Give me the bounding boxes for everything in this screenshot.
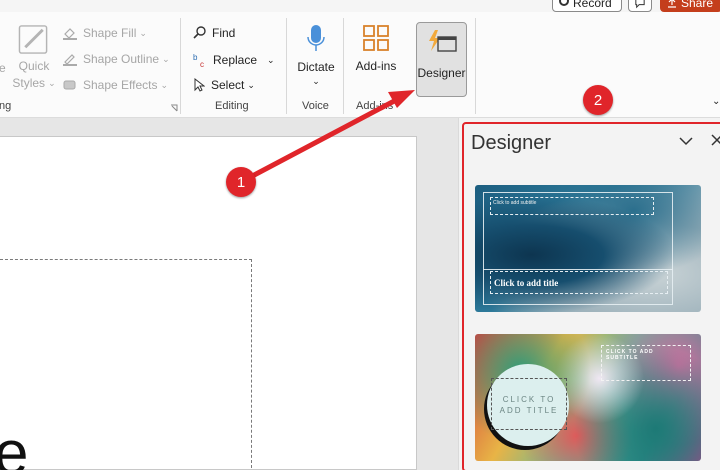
thumbnail-divider (483, 269, 673, 270)
microphone-icon (307, 25, 325, 51)
addins-label: Add-ins (355, 59, 397, 73)
addins-icon (363, 25, 389, 51)
select-button[interactable]: Select ⌄ (193, 78, 255, 92)
shape-fill-icon (63, 28, 77, 40)
title-bar-strip: Record Share (0, 0, 720, 12)
addins-group-label: Add-ins (356, 100, 394, 112)
record-button[interactable]: Record (552, 0, 622, 12)
shape-fill-button[interactable]: Shape Fill ⌄ (62, 26, 147, 40)
chevron-down-icon: ⌄ (162, 53, 170, 64)
thumbnail-title: Click to add title (490, 271, 668, 294)
chevron-down-icon: ⌄ (139, 27, 147, 38)
shape-fill-label: Shape Fill (83, 26, 137, 40)
select-icon (194, 78, 205, 92)
slide-text: e (0, 419, 29, 470)
chevron-down-icon: ⌄ (48, 77, 56, 88)
share-button[interactable]: Share (660, 0, 720, 12)
thumbnail-title: CLICK TO ADD TITLE (491, 378, 567, 430)
find-icon (193, 26, 206, 39)
dictate-button[interactable]: Dictate ⌄ (294, 24, 338, 92)
thumbnail-subtitle: CLICK TO ADD SUBTITLE (601, 345, 691, 381)
ribbon-separator (475, 18, 476, 114)
editing-group-label: Editing (215, 100, 249, 112)
select-label: Select (211, 78, 245, 92)
record-icon (559, 0, 569, 6)
share-icon (668, 0, 676, 8)
ribbon-separator (180, 18, 181, 114)
chevron-down-icon: ⌄ (312, 76, 320, 86)
dialog-launcher-icon[interactable] (170, 104, 178, 112)
designer-icon (428, 30, 457, 52)
quick-styles-label-2: Styles (12, 76, 46, 90)
svg-text:b: b (193, 53, 198, 62)
slide-canvas[interactable]: e (0, 136, 417, 470)
designer-label: Designer (417, 66, 466, 80)
record-label: Record (573, 0, 612, 10)
slide-editing-area: e (0, 118, 458, 470)
svg-text:c: c (200, 60, 204, 68)
chevron-down-icon[interactable] (679, 136, 693, 146)
step-badge-2: 2 (583, 85, 613, 115)
shape-effects-icon (63, 80, 76, 90)
share-label: Share (681, 0, 714, 10)
replace-icon: bc (193, 53, 204, 68)
pane-title: Designer (471, 132, 552, 154)
comments-button[interactable] (628, 0, 652, 12)
cut-off-label: e (0, 61, 6, 75)
addins-button[interactable]: Add-ins (352, 24, 400, 84)
quick-styles-label-2-row: Styles ⌄ (12, 76, 55, 90)
shape-effects-button[interactable]: Shape Effects ⌄ (62, 78, 168, 92)
shape-outline-label: Shape Outline (83, 52, 160, 66)
find-button[interactable]: Find (193, 26, 235, 40)
chevron-down-icon: ⌄ (160, 79, 169, 90)
ribbon-separator (343, 18, 344, 114)
replace-label: Replace (213, 53, 258, 67)
find-label: Find (212, 26, 236, 40)
comment-icon (635, 0, 645, 9)
close-icon[interactable] (711, 134, 720, 146)
chevron-down-icon: ⌄ (267, 54, 275, 65)
designer-pane: Designer Click to add subtitle Click to … (458, 118, 720, 470)
shape-outline-button[interactable]: Shape Outline ⌄ (62, 52, 170, 66)
shape-outline-icon (63, 54, 77, 66)
dictate-label: Dictate (297, 60, 335, 74)
replace-button[interactable]: bc Replace ⌄ (193, 52, 275, 68)
quick-styles-label-1: Quick (18, 59, 50, 73)
chevron-down-icon: ⌄ (247, 79, 255, 90)
shape-effects-label: Shape Effects (83, 78, 158, 92)
quick-styles-button[interactable]: Quick Styles ⌄ (12, 24, 56, 90)
ribbon-separator (286, 18, 287, 114)
designer-button[interactable]: Designer (416, 22, 467, 97)
title-placeholder[interactable] (0, 259, 252, 470)
quick-styles-icon (18, 25, 48, 54)
design-idea-thumbnail[interactable]: CLICK TO ADD TITLE CLICK TO ADD SUBTITLE (475, 334, 701, 461)
step-badge-1: 1 (226, 167, 256, 197)
ribbon-collapse-icon[interactable]: ⌄ (712, 96, 720, 107)
drawing-group-label: ng (0, 100, 12, 112)
design-idea-thumbnail[interactable]: Click to add subtitle Click to add title (475, 185, 701, 312)
voice-group-label: Voice (302, 100, 329, 112)
thumbnail-subtitle: Click to add subtitle (490, 197, 654, 215)
